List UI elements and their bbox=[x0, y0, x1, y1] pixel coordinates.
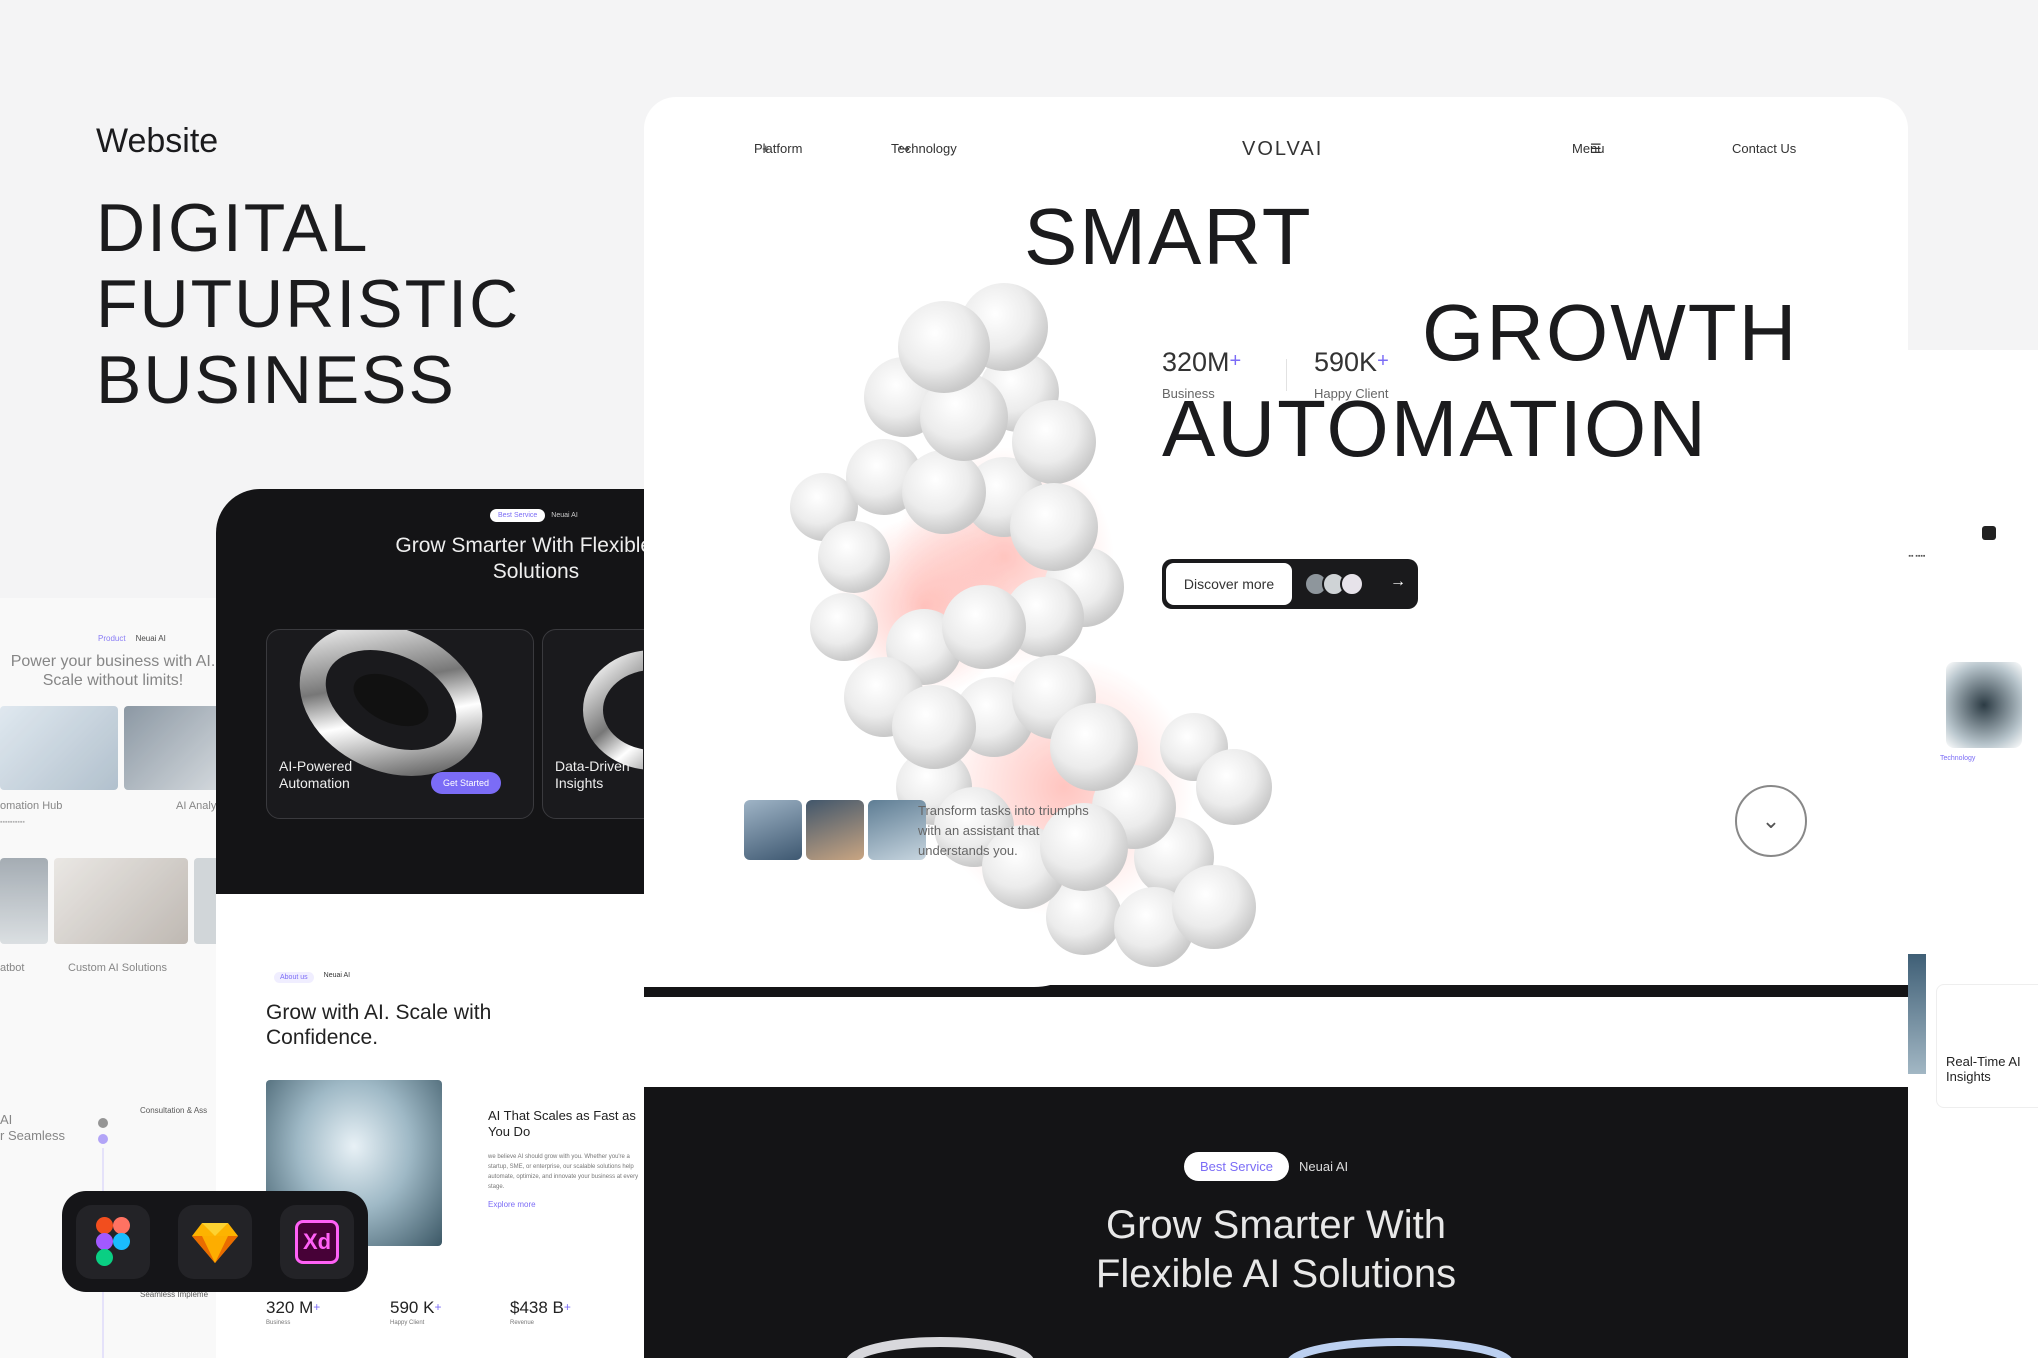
stat-business: 320 M+ Business bbox=[266, 1298, 321, 1326]
section-pills: Best Service Neuai AI bbox=[490, 509, 578, 522]
title-line: FUTURISTIC bbox=[96, 266, 521, 342]
nav-platform[interactable]: Platform + bbox=[754, 141, 802, 156]
sphere bbox=[898, 301, 990, 393]
stat-business: 320M+ Business bbox=[1162, 347, 1242, 401]
section-title: Grow Smarter With Flexible AI Solutions bbox=[395, 534, 646, 583]
robot-image bbox=[0, 858, 48, 944]
sphere bbox=[818, 521, 890, 593]
pill-about[interactable]: About us bbox=[274, 972, 314, 983]
stat-divider bbox=[1286, 359, 1287, 391]
sphere bbox=[892, 685, 976, 769]
chrome-ring-peek-icon bbox=[846, 1337, 1512, 1358]
about-subtitle: AI That Scales as Fast as You Do bbox=[488, 1108, 636, 1139]
dark-curve bbox=[216, 894, 646, 934]
headline-growth: GROWTH bbox=[1422, 288, 1799, 377]
robot-image bbox=[54, 858, 188, 944]
feature-card[interactable]: AI-Powered Automation Get Started bbox=[266, 629, 534, 819]
testimonial-text: Transform tasks into triumphs with an as… bbox=[918, 803, 1089, 858]
abstract-sphere-chain-graphic bbox=[790, 283, 1272, 967]
top-navigation: Platform + Technology ↪ VOLVAI Menu ☰ Co… bbox=[644, 138, 1908, 165]
feature-label: Data-Driven Insights bbox=[555, 758, 630, 791]
dark-section-curve bbox=[644, 985, 1908, 997]
sphere bbox=[1172, 865, 1256, 949]
avatar-group bbox=[1304, 572, 1364, 596]
item-label: Custom AI Solutions bbox=[68, 962, 168, 974]
robot-thumbnails bbox=[744, 800, 926, 860]
eyebrow-label: Website bbox=[96, 122, 219, 160]
brand-logo[interactable]: VOLVAI bbox=[1242, 138, 1323, 161]
sphere bbox=[942, 585, 1026, 669]
sphere bbox=[1012, 400, 1096, 484]
pill-neuai: Neuai AI bbox=[1298, 1159, 1349, 1174]
robot-image bbox=[124, 706, 220, 790]
stat-clients: 590K+ Happy Client bbox=[1314, 347, 1389, 401]
stat-clients: 590 K+ Happy Client bbox=[390, 1298, 442, 1326]
item-desc: ▪▪▪▪▪▪▪▪▪▪ bbox=[0, 819, 25, 826]
arrow-right-icon[interactable]: → bbox=[1390, 573, 1406, 591]
avatar bbox=[1340, 572, 1364, 596]
sketch-icon bbox=[178, 1204, 252, 1279]
insight-card bbox=[1936, 984, 2038, 1108]
title-line: DIGITAL bbox=[96, 190, 370, 266]
timeline-dot bbox=[98, 1118, 108, 1128]
square-icon bbox=[1982, 526, 1996, 540]
vr-portrait-image bbox=[1946, 662, 2022, 748]
nav-contact[interactable]: Contact Us bbox=[1732, 141, 1796, 156]
sphere bbox=[1196, 749, 1272, 825]
discover-cta[interactable]: Discover more → bbox=[1162, 559, 1418, 609]
nav-technology[interactable]: Technology ↪ bbox=[891, 141, 957, 157]
get-started-button[interactable]: Get Started bbox=[431, 772, 502, 794]
robot-thumbnail bbox=[744, 800, 802, 860]
xd-icon: Xd bbox=[280, 1204, 354, 1279]
chevron-double-down-icon: ⌄ bbox=[1761, 808, 1781, 833]
feature-section-card: Best Service Neuai AI Grow Smarter With … bbox=[216, 489, 646, 894]
vr-image bbox=[0, 706, 118, 790]
services-title: Grow Smarter With Flexible AI Solutions bbox=[1095, 1203, 1457, 1296]
headline-automation: AUTOMATION bbox=[1162, 384, 1708, 473]
about-title: Grow with AI. Scale with Confidence. bbox=[266, 1001, 492, 1049]
section-pills: Best Service Neuai AI bbox=[1184, 1152, 1348, 1181]
robot-thumbnail bbox=[806, 800, 864, 860]
sphere bbox=[902, 450, 986, 534]
about-body: we believe AI should grow with you. Whet… bbox=[488, 1154, 639, 1190]
presentation-title: DIGITAL FUTURISTIC BUSINESS bbox=[96, 190, 520, 418]
item-label: omation Hub bbox=[0, 800, 63, 812]
ghost-text: ▪▪▪ ▪▪▪▪ bbox=[1906, 553, 1926, 560]
consult-label: Consultation & Ass bbox=[140, 1106, 208, 1115]
design-tools-badge: Xd bbox=[62, 1191, 368, 1292]
intro-text: Power your business with AI. Scale witho… bbox=[10, 653, 216, 689]
stat-revenue: $438 B+ Revenue bbox=[510, 1298, 571, 1326]
feature-label: AI-Powered Automation bbox=[279, 758, 353, 791]
sphere bbox=[1010, 483, 1098, 571]
breadcrumb: Product Neuai AI bbox=[98, 634, 166, 643]
headline-smart: SMART bbox=[1024, 192, 1313, 281]
about-pills: About us Neuai AI bbox=[274, 972, 350, 983]
title-line: BUSINESS bbox=[96, 342, 456, 418]
item-label: atbot bbox=[0, 962, 25, 974]
sphere bbox=[810, 593, 878, 661]
ghost-page-right: ▪▪▪ ▪▪▪▪ Technology Real-Time AI Insight… bbox=[1906, 350, 2038, 1358]
side-text: r Seamless bbox=[0, 1128, 66, 1143]
discover-more-button[interactable]: Discover more bbox=[1166, 563, 1292, 605]
pill-neuai: Neuai AI bbox=[551, 512, 578, 519]
pill-best-service[interactable]: Best Service bbox=[1184, 1152, 1289, 1181]
pill-best-service[interactable]: Best Service bbox=[490, 509, 546, 522]
figma-icon bbox=[76, 1204, 150, 1279]
tech-label: Technology bbox=[1940, 755, 1976, 762]
nav-menu[interactable]: Menu ☰ bbox=[1572, 141, 1605, 157]
timeline-dot bbox=[98, 1134, 108, 1144]
scroll-down-button[interactable]: ⌄ bbox=[1735, 785, 1807, 857]
sphere bbox=[1050, 703, 1138, 791]
insight-label: Real-Time AI Insights bbox=[1946, 1054, 2021, 1084]
feature-card[interactable]: Data-Driven Insights bbox=[542, 629, 646, 819]
item-label: AI Analy bbox=[176, 800, 217, 812]
side-text: AI bbox=[0, 1112, 13, 1127]
image-strip bbox=[1906, 954, 1926, 1074]
explore-more-link[interactable]: Explore more bbox=[488, 1200, 536, 1209]
pill-neuai: Neuai AI bbox=[323, 972, 351, 979]
